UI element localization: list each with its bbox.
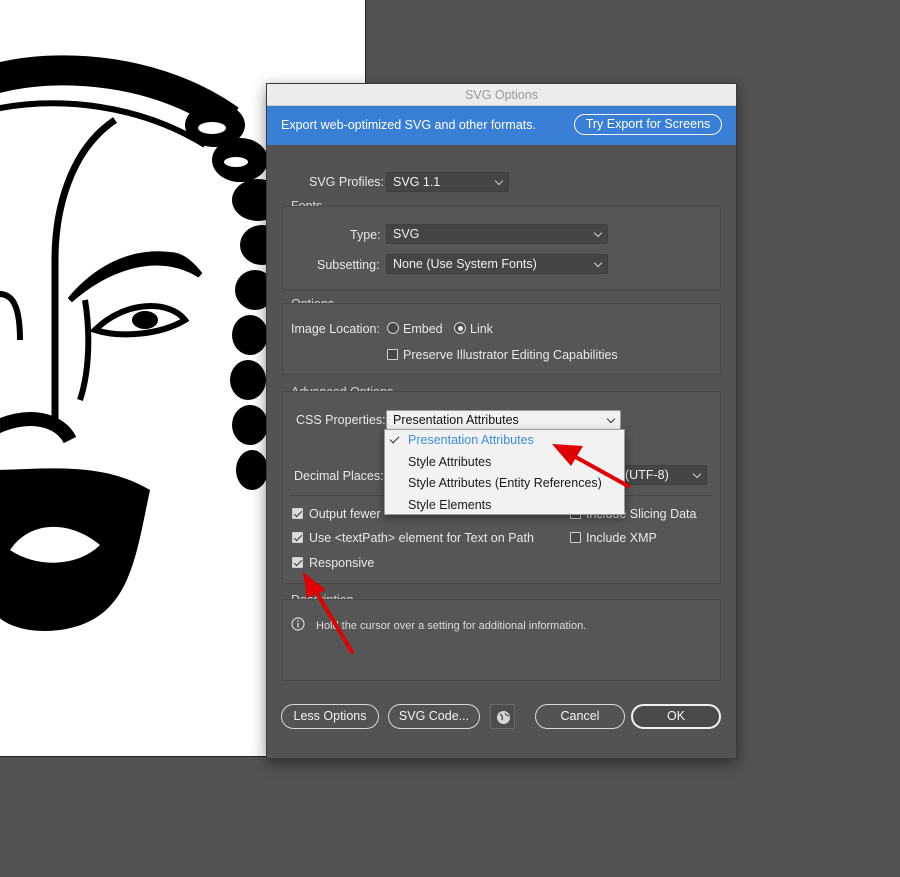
responsive-checkbox[interactable] (292, 557, 303, 568)
dropdown-option-style-attributes-entity[interactable]: Style Attributes (Entity References) (385, 473, 624, 494)
link-label: Link (470, 322, 493, 336)
chevron-down-icon (692, 469, 702, 479)
dropdown-option-label: Style Attributes (408, 454, 492, 469)
output-fewer-tspan-label: Output fewer (309, 507, 381, 521)
encoding-select[interactable]: (UTF-8) (618, 465, 707, 485)
try-export-for-screens-button[interactable]: Try Export for Screens (574, 114, 722, 135)
banner-text: Export web-optimized SVG and other forma… (281, 118, 536, 132)
link-radio[interactable] (454, 322, 466, 334)
dropdown-option-label: Style Elements (408, 497, 492, 512)
less-options-button[interactable]: Less Options (281, 704, 379, 729)
chevron-down-icon (494, 176, 504, 186)
export-banner: Export web-optimized SVG and other forma… (267, 106, 736, 145)
css-properties-select[interactable]: Presentation Attributes (386, 410, 621, 430)
subsetting-label: Subsetting: (317, 258, 380, 272)
globe-icon (497, 711, 510, 724)
dialog-title: SVG Options (267, 84, 736, 106)
font-type-select[interactable]: SVG (386, 224, 608, 244)
description-text: Hold the cursor over a setting for addit… (316, 620, 587, 632)
ok-button[interactable]: OK (631, 704, 721, 729)
textpath-checkbox[interactable] (292, 532, 303, 543)
options-group (282, 303, 721, 375)
svg-profiles-value: SVG 1.1 (393, 175, 441, 189)
dropdown-option-style-elements[interactable]: Style Elements (385, 495, 624, 516)
web-preview-button[interactable] (490, 704, 515, 729)
subsetting-select[interactable]: None (Use System Fonts) (386, 254, 608, 274)
encoding-value: (UTF-8) (625, 468, 669, 482)
font-type-value: SVG (393, 227, 420, 241)
embed-label: Embed (403, 322, 443, 336)
image-location-label: Image Location: (291, 322, 380, 336)
textpath-label: Use <textPath> element for Text on Path (309, 531, 534, 545)
css-properties-value: Presentation Attributes (393, 413, 519, 427)
info-icon (291, 617, 305, 631)
chevron-down-icon (606, 414, 616, 424)
preserve-editing-checkbox[interactable] (387, 349, 398, 360)
chevron-down-icon (593, 258, 603, 268)
embed-radio[interactable] (387, 322, 399, 334)
decimal-places-label: Decimal Places: (294, 469, 384, 483)
dropdown-option-label: Style Attributes (Entity References) (408, 476, 602, 490)
font-type-label: Type: (350, 228, 381, 242)
dropdown-option-label: Presentation Attributes (408, 433, 534, 447)
preserve-editing-label: Preserve Illustrator Editing Capabilitie… (403, 348, 618, 362)
include-xmp-label: Include XMP (586, 531, 657, 545)
responsive-label: Responsive (309, 556, 375, 570)
description-group (282, 599, 721, 681)
svg-code-button[interactable]: SVG Code... (388, 704, 480, 729)
output-fewer-tspan-checkbox[interactable] (292, 508, 303, 519)
dropdown-option-presentation-attributes[interactable]: Presentation Attributes (385, 430, 624, 451)
css-properties-dropdown: Presentation Attributes Style Attributes… (384, 429, 625, 515)
css-properties-label: CSS Properties: (296, 413, 386, 427)
dropdown-option-style-attributes[interactable]: Style Attributes (385, 452, 624, 473)
svg-profiles-select[interactable]: SVG 1.1 (386, 172, 509, 192)
fonts-group (282, 206, 721, 290)
include-xmp-checkbox[interactable] (570, 532, 581, 543)
checkmark-icon (389, 433, 400, 444)
subsetting-value: None (Use System Fonts) (393, 257, 537, 271)
cancel-button[interactable]: Cancel (535, 704, 625, 729)
svg-profiles-label: SVG Profiles: (309, 175, 385, 189)
chevron-down-icon (593, 228, 603, 238)
